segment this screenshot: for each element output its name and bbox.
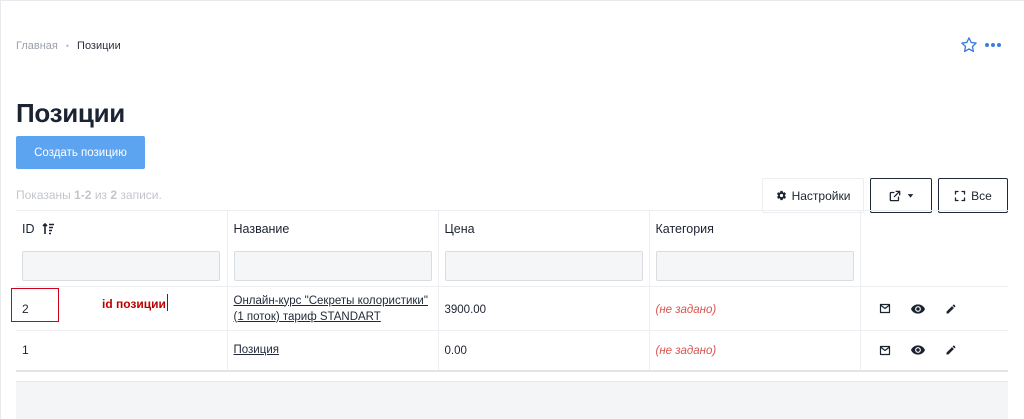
send-button[interactable]	[879, 345, 891, 356]
cell-actions	[860, 286, 1008, 331]
filter-cell-id	[16, 246, 228, 287]
top-actions	[960, 36, 1002, 54]
breadcrumb-separator: •	[65, 41, 70, 51]
annotation-label: id позиции	[102, 297, 166, 311]
breadcrumb: Главная • Позиции	[16, 40, 121, 52]
annotation-highlight-box	[11, 288, 59, 322]
column-header-id[interactable]: ID	[16, 210, 228, 247]
item-name-link[interactable]: Позиция	[234, 344, 279, 356]
summary-prefix: Показаны	[16, 188, 71, 202]
create-item-button[interactable]: Создать позицию	[16, 136, 145, 169]
filter-cell-actions	[860, 246, 1008, 287]
items-table: ID Название Цена Категория 2 Онлайн-курс…	[16, 210, 1008, 372]
eye-icon	[910, 303, 925, 314]
table-filter-row	[16, 246, 1008, 287]
pencil-icon	[946, 345, 955, 355]
mail-icon	[879, 345, 890, 355]
summary-range: 1-2	[74, 188, 92, 202]
settings-button[interactable]: Настройки	[762, 178, 864, 213]
sort-icon[interactable]	[42, 223, 55, 235]
view-button[interactable]	[910, 345, 925, 355]
pencil-icon	[946, 303, 955, 313]
more-icon-dot	[997, 43, 1001, 47]
fullscreen-icon	[955, 190, 966, 201]
filter-input-category[interactable]	[655, 251, 854, 282]
column-label-price: Цена	[444, 221, 475, 236]
column-label-name: Название	[233, 221, 290, 236]
summary-of: из	[94, 188, 108, 202]
cell-actions	[860, 330, 1008, 372]
row-price: 3900.00	[444, 303, 487, 316]
more-icon-dot	[991, 43, 995, 47]
cell-name: Онлайн-курс "Секреты колористики" (1 пото…	[227, 286, 439, 331]
filter-input-price[interactable]	[444, 251, 643, 282]
send-button[interactable]	[879, 303, 891, 314]
more-icon-dot	[985, 43, 989, 47]
gear-icon	[776, 190, 786, 201]
row-actions	[867, 303, 1003, 315]
row-category: (не задано)	[655, 303, 717, 316]
eye-icon	[910, 345, 925, 355]
show-all-button[interactable]: Все	[938, 178, 1008, 213]
favorite-button[interactable]	[960, 36, 978, 54]
table-row: 1 Позиция 0.00 (не задано)	[16, 330, 1008, 372]
more-button[interactable]	[984, 43, 1002, 47]
cell-name: Позиция	[227, 330, 439, 372]
item-name-link[interactable]: Онлайн-курс "Секреты колористики" (1 пото…	[234, 295, 428, 323]
filter-cell-category	[649, 246, 861, 287]
row-id: 1	[22, 343, 29, 358]
settings-label: Настройки	[791, 188, 851, 203]
cell-price: 3900.00	[438, 286, 650, 331]
column-header-category[interactable]: Категория	[649, 210, 861, 247]
cell-price: 0.00	[438, 330, 650, 372]
summary-suffix: записи.	[120, 188, 162, 202]
summary-total: 2	[110, 188, 118, 202]
show-all-label: Все	[971, 188, 992, 203]
cell-id: 1	[16, 330, 228, 372]
item-name-line2: (1 поток) тариф STANDART	[233, 310, 381, 323]
mail-icon	[879, 303, 890, 314]
filter-input-id[interactable]	[22, 251, 220, 282]
item-name-line1: Онлайн-курс "Секреты колористики"	[233, 294, 428, 307]
row-price: 0.00	[444, 345, 467, 358]
column-header-actions	[860, 210, 1008, 247]
bottom-panel	[16, 381, 1008, 419]
records-summary: Показаны 1-2 из 2 записи.	[16, 188, 162, 202]
edit-button[interactable]	[945, 344, 957, 356]
breadcrumb-current: Позиции	[77, 40, 121, 52]
page-title: Позиции	[16, 98, 125, 128]
column-label-id: ID	[22, 221, 35, 236]
view-button[interactable]	[910, 303, 925, 314]
export-button[interactable]	[870, 178, 932, 213]
filter-cell-price	[438, 246, 650, 287]
edit-button[interactable]	[945, 303, 957, 315]
external-link-icon	[889, 190, 901, 201]
filter-cell-name	[227, 246, 439, 287]
column-header-price[interactable]: Цена	[438, 210, 650, 247]
column-label-category: Категория	[655, 221, 714, 236]
table-header-row: ID Название Цена Категория	[16, 210, 1008, 247]
filter-input-name[interactable]	[233, 251, 432, 282]
cell-category: (не задано)	[649, 286, 861, 331]
text-cursor	[167, 294, 168, 311]
row-category: (не задано)	[655, 345, 717, 358]
caret-down-icon	[907, 194, 914, 198]
breadcrumb-home-link[interactable]: Главная	[16, 40, 58, 52]
column-header-name[interactable]: Название	[227, 210, 439, 247]
row-actions	[867, 344, 1003, 356]
star-icon	[961, 37, 977, 53]
cell-category: (не задано)	[649, 330, 861, 372]
